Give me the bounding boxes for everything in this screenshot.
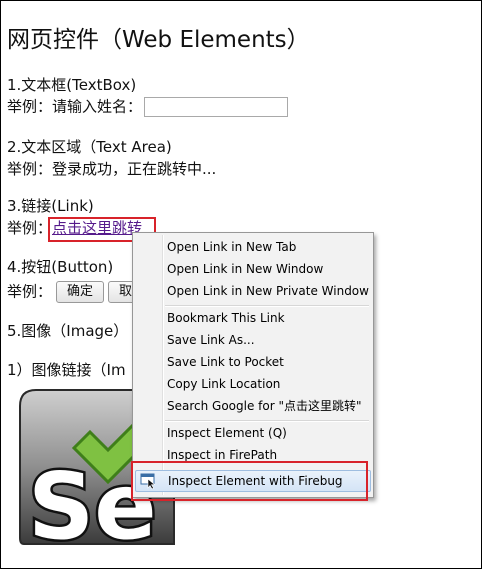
confirm-button[interactable]: 确定 [56, 281, 105, 303]
button-heading: 4.按钮(Button) [7, 258, 114, 276]
menu-bookmark-link[interactable]: Bookmark This Link [135, 307, 371, 329]
firebug-highlight-box [131, 461, 368, 501]
menu-save-link-as[interactable]: Save Link As... [135, 329, 371, 351]
link-heading: 3.链接(Link) [7, 197, 94, 215]
menu-copy-link-location[interactable]: Copy Link Location [135, 373, 371, 395]
menu-open-new-tab[interactable]: Open Link in New Tab [135, 236, 371, 258]
button-prefix: 举例： [7, 282, 53, 301]
menu-search-google[interactable]: Search Google for "点击这里跳转" [135, 395, 371, 417]
image-link-heading: 1）图像链接（Im [7, 361, 126, 379]
textbox-prefix: 举例：请输入姓名： [7, 97, 143, 116]
menu-save-to-pocket[interactable]: Save Link to Pocket [135, 351, 371, 373]
textbox-heading: 1.文本框(TextBox) [7, 76, 137, 94]
textbox-example-row: 举例：请输入姓名： [7, 97, 289, 117]
textarea-example: 举例：登录成功，正在跳转中... [7, 160, 217, 178]
button-example-row: 举例： 确定取 [7, 281, 148, 303]
link-prefix: 举例： [7, 219, 53, 237]
context-menu: Open Link in New Tab Open Link in New Wi… [132, 232, 374, 498]
page-title: 网页控件（Web Elements） [7, 27, 310, 53]
image-heading: 5.图像（Image） [7, 322, 129, 340]
name-input[interactable] [144, 97, 289, 117]
menu-open-private-window[interactable]: Open Link in New Private Window [135, 280, 371, 302]
textarea-heading: 2.文本区域（Text Area) [7, 138, 172, 156]
menu-open-new-window[interactable]: Open Link in New Window [135, 258, 371, 280]
menu-inspect-element[interactable]: Inspect Element (Q) [135, 422, 371, 444]
